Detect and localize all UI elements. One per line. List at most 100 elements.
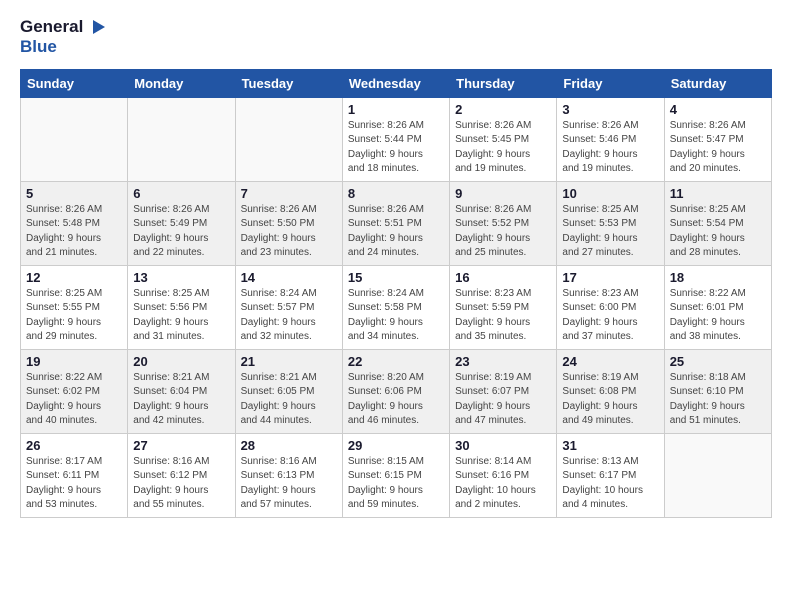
week-row-4: 19 Sunrise: 8:22 AMSunset: 6:02 PMDayligh… [21,349,772,433]
day-number: 27 [133,438,229,453]
day-number: 8 [348,186,444,201]
calendar-cell: 5Sunrise: 8:26 AMSunset: 5:48 PMDaylight… [21,181,128,265]
calendar-cell: 21 Sunrise: 8:21 AMSunset: 6:05 PMDayligh… [235,349,342,433]
day-number: 13 [133,270,229,285]
week-row-5: 26 Sunrise: 8:17 AMSunset: 6:11 PMDayligh… [21,433,772,517]
day-number: 25 [670,354,766,369]
calendar-cell [235,97,342,181]
day-number: 21 [241,354,337,369]
day-info: Sunrise: 8:14 AMSunset: 6:16 PMDaylight:… [455,455,551,513]
calendar-cell: 17 Sunrise: 8:23 AMSunset: 6:00 PMDayligh… [557,265,664,349]
day-number: 7 [241,186,337,201]
header-tuesday: Tuesday [235,69,342,97]
day-number: 9 [455,186,551,201]
logo-general: General [20,18,83,37]
day-info: Sunrise: 8:26 AMSunset: 5:47 PMDaylight:… [670,119,766,177]
day-info: Sunrise: 8:16 AMSunset: 6:13 PMDaylight:… [241,455,337,513]
day-info: Sunrise: 8:26 AMSunset: 5:46 PMDaylight:… [562,119,658,177]
day-number: 17 [562,270,658,285]
week-row-2: 5Sunrise: 8:26 AMSunset: 5:48 PMDaylight… [21,181,772,265]
day-number: 24 [562,354,658,369]
day-info: Sunrise: 8:15 AMSunset: 6:15 PMDaylight:… [348,455,444,513]
day-info: Sunrise: 8:22 AMSunset: 6:02 PMDaylight:… [26,371,122,429]
day-info: Sunrise: 8:25 AMSunset: 5:55 PMDaylight:… [26,287,122,345]
calendar-cell: 15 Sunrise: 8:24 AMSunset: 5:58 PMDayligh… [342,265,449,349]
day-info: Sunrise: 8:13 AMSunset: 6:17 PMDaylight:… [562,455,658,513]
calendar-cell [21,97,128,181]
logo: General Blue [20,16,107,57]
day-info: Sunrise: 8:25 AMSunset: 5:53 PMDaylight:… [562,203,658,261]
calendar-cell: 29 Sunrise: 8:15 AMSunset: 6:15 PMDayligh… [342,433,449,517]
day-number: 31 [562,438,658,453]
day-number: 30 [455,438,551,453]
day-number: 12 [26,270,122,285]
day-number: 26 [26,438,122,453]
calendar-cell: 1 Sunrise: 8:26 AMSunset: 5:44 PMDaylight… [342,97,449,181]
day-number: 29 [348,438,444,453]
day-info: Sunrise: 8:16 AMSunset: 6:12 PMDaylight:… [133,455,229,513]
header-saturday: Saturday [664,69,771,97]
day-info: Sunrise: 8:24 AMSunset: 5:57 PMDaylight:… [241,287,337,345]
calendar-cell: 25 Sunrise: 8:18 AMSunset: 6:10 PMDayligh… [664,349,771,433]
calendar-cell: 16 Sunrise: 8:23 AMSunset: 5:59 PMDayligh… [450,265,557,349]
day-info: Sunrise: 8:19 AMSunset: 6:07 PMDaylight:… [455,371,551,429]
day-number: 16 [455,270,551,285]
logo-blue: Blue [20,38,107,57]
week-row-3: 12 Sunrise: 8:25 AMSunset: 5:55 PMDayligh… [21,265,772,349]
calendar-cell: 30 Sunrise: 8:14 AMSunset: 6:16 PMDayligh… [450,433,557,517]
day-info: Sunrise: 8:21 AMSunset: 6:04 PMDaylight:… [133,371,229,429]
calendar-header-row: SundayMondayTuesdayWednesdayThursdayFrid… [21,69,772,97]
day-number: 15 [348,270,444,285]
day-number: 3 [562,102,658,117]
day-info: Sunrise: 8:17 AMSunset: 6:11 PMDaylight:… [26,455,122,513]
calendar-cell: 2Sunrise: 8:26 AMSunset: 5:45 PMDaylight… [450,97,557,181]
page: General Blue SundayMondayTuesdayWednesda… [0,0,792,538]
day-info: Sunrise: 8:23 AMSunset: 5:59 PMDaylight:… [455,287,551,345]
day-info: Sunrise: 8:24 AMSunset: 5:58 PMDaylight:… [348,287,444,345]
day-info: Sunrise: 8:26 AMSunset: 5:51 PMDaylight:… [348,203,444,261]
day-number: 1 [348,102,444,117]
day-number: 14 [241,270,337,285]
calendar-cell: 19 Sunrise: 8:22 AMSunset: 6:02 PMDayligh… [21,349,128,433]
calendar-cell: 28 Sunrise: 8:16 AMSunset: 6:13 PMDayligh… [235,433,342,517]
calendar-cell: 10 Sunrise: 8:25 AMSunset: 5:53 PMDayligh… [557,181,664,265]
day-info: Sunrise: 8:26 AMSunset: 5:44 PMDaylight:… [348,119,444,177]
calendar-cell: 9 Sunrise: 8:26 AMSunset: 5:52 PMDaylight… [450,181,557,265]
calendar-cell: 18 Sunrise: 8:22 AMSunset: 6:01 PMDayligh… [664,265,771,349]
calendar-cell: 8 Sunrise: 8:26 AMSunset: 5:51 PMDaylight… [342,181,449,265]
calendar-cell: 22Sunrise: 8:20 AMSunset: 6:06 PMDayligh… [342,349,449,433]
header-thursday: Thursday [450,69,557,97]
calendar-cell: 26 Sunrise: 8:17 AMSunset: 6:11 PMDayligh… [21,433,128,517]
day-info: Sunrise: 8:25 AMSunset: 5:56 PMDaylight:… [133,287,229,345]
logo-triangle-icon [85,16,107,38]
day-number: 19 [26,354,122,369]
calendar-cell: 24Sunrise: 8:19 AMSunset: 6:08 PMDayligh… [557,349,664,433]
day-info: Sunrise: 8:25 AMSunset: 5:54 PMDaylight:… [670,203,766,261]
day-number: 18 [670,270,766,285]
day-number: 11 [670,186,766,201]
day-info: Sunrise: 8:18 AMSunset: 6:10 PMDaylight:… [670,371,766,429]
day-info: Sunrise: 8:21 AMSunset: 6:05 PMDaylight:… [241,371,337,429]
calendar-cell: 23 Sunrise: 8:19 AMSunset: 6:07 PMDayligh… [450,349,557,433]
calendar-cell: 20Sunrise: 8:21 AMSunset: 6:04 PMDayligh… [128,349,235,433]
calendar-cell: 27 Sunrise: 8:16 AMSunset: 6:12 PMDayligh… [128,433,235,517]
week-row-1: 1 Sunrise: 8:26 AMSunset: 5:44 PMDaylight… [21,97,772,181]
calendar-cell [128,97,235,181]
day-info: Sunrise: 8:23 AMSunset: 6:00 PMDaylight:… [562,287,658,345]
day-number: 10 [562,186,658,201]
day-info: Sunrise: 8:22 AMSunset: 6:01 PMDaylight:… [670,287,766,345]
day-number: 23 [455,354,551,369]
day-number: 6 [133,186,229,201]
calendar-cell: 12 Sunrise: 8:25 AMSunset: 5:55 PMDayligh… [21,265,128,349]
day-number: 2 [455,102,551,117]
calendar-table: SundayMondayTuesdayWednesdayThursdayFrid… [20,69,772,518]
calendar-cell [664,433,771,517]
day-number: 4 [670,102,766,117]
calendar-cell: 11 Sunrise: 8:25 AMSunset: 5:54 PMDayligh… [664,181,771,265]
day-number: 28 [241,438,337,453]
calendar-cell: 7Sunrise: 8:26 AMSunset: 5:50 PMDaylight… [235,181,342,265]
calendar-cell: 3 Sunrise: 8:26 AMSunset: 5:46 PMDaylight… [557,97,664,181]
calendar-cell: 4 Sunrise: 8:26 AMSunset: 5:47 PMDaylight… [664,97,771,181]
day-info: Sunrise: 8:26 AMSunset: 5:52 PMDaylight:… [455,203,551,261]
header: General Blue [20,16,772,57]
